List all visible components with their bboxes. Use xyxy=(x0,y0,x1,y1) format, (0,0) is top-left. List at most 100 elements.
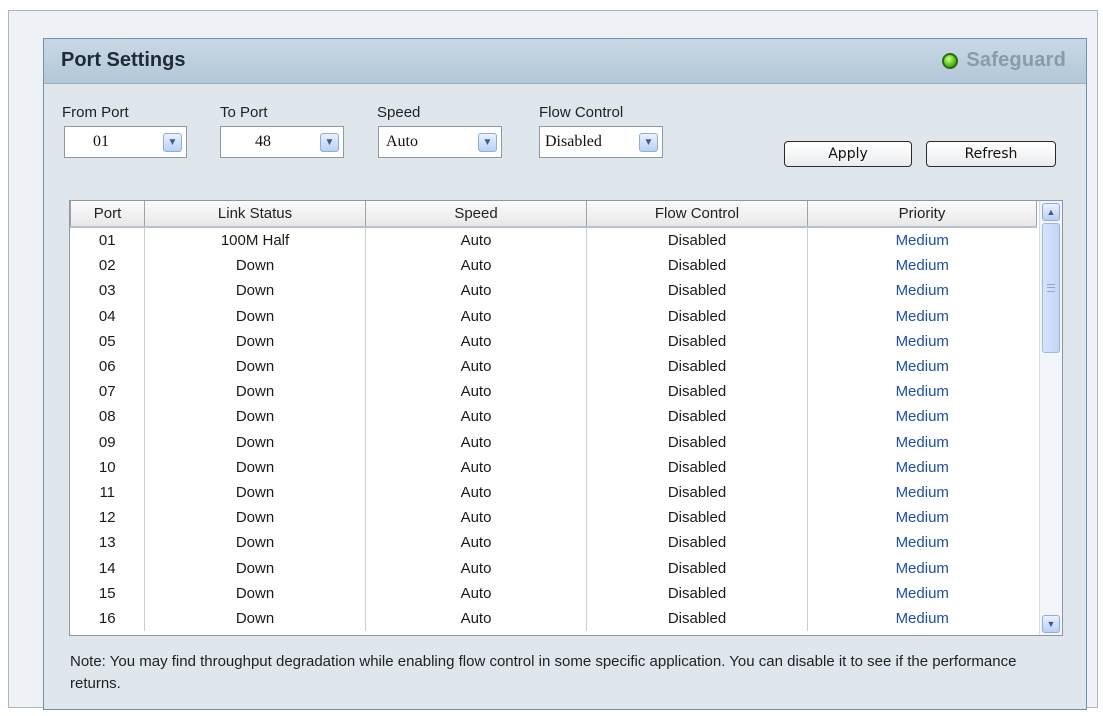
cell-priority[interactable]: Medium xyxy=(807,303,1037,329)
cell-port: 04 xyxy=(98,307,116,325)
cell-port: 09 xyxy=(98,433,116,451)
cell-speed: Auto xyxy=(365,328,587,354)
cell-flow-control: Disabled xyxy=(586,530,808,556)
cell-link-status: Down xyxy=(144,303,366,329)
cell-port: 07 xyxy=(98,383,116,401)
cell-priority[interactable]: Medium xyxy=(807,530,1037,556)
page-frame: Port Settings Safeguard From Port To Por… xyxy=(8,10,1098,710)
cell-port: 01 xyxy=(98,232,116,250)
cell-link-status: Down xyxy=(144,278,366,304)
cell-priority[interactable]: Medium xyxy=(807,253,1037,279)
refresh-button[interactable]: Refresh xyxy=(926,141,1056,167)
table-row: 01 100M Half Auto Disabled Medium xyxy=(71,227,1037,254)
table-row: 09 Down Auto Disabled Medium xyxy=(71,429,1037,455)
chevron-down-icon[interactable]: ▼ xyxy=(639,133,658,152)
cell-port: 14 xyxy=(98,559,116,577)
note-text: Note: You may find throughput degradatio… xyxy=(70,653,1017,692)
table-row: 11 Down Auto Disabled Medium xyxy=(71,479,1037,506)
cell-priority[interactable]: Medium xyxy=(807,580,1037,606)
to-port-select[interactable]: 48 ▼ xyxy=(220,126,344,158)
cell-flow-control: Disabled xyxy=(586,379,808,405)
chevron-down-icon[interactable]: ▼ xyxy=(163,133,182,152)
scroll-up-arrow-icon[interactable]: ▲ xyxy=(1042,203,1060,221)
scrollbar-thumb[interactable] xyxy=(1042,223,1060,353)
cell-flow-control: Disabled xyxy=(586,605,808,631)
table-row: 07 Down Auto Disabled Medium xyxy=(71,379,1037,405)
column-header-priority[interactable]: Priority xyxy=(807,201,1037,228)
cell-port: 15 xyxy=(98,584,116,602)
cell-speed: Auto xyxy=(365,454,587,480)
cell-priority[interactable]: Medium xyxy=(807,505,1037,531)
cell-speed: Auto xyxy=(365,555,587,581)
cell-flow-control: Disabled xyxy=(586,303,808,329)
cell-priority[interactable]: Medium xyxy=(807,404,1037,430)
cell-flow-control: Disabled xyxy=(586,353,808,380)
cell-priority[interactable]: Medium xyxy=(807,379,1037,405)
port-table-container: Port Link Status Speed Flow Control Prio… xyxy=(69,200,1063,636)
cell-link-status: Down xyxy=(144,328,366,354)
port-table: Port Link Status Speed Flow Control Prio… xyxy=(70,201,1037,631)
cell-speed: Auto xyxy=(365,379,587,405)
cell-link-status: Down xyxy=(144,429,366,455)
from-port-value: 01 xyxy=(93,133,109,150)
column-header-speed[interactable]: Speed xyxy=(365,201,587,228)
cell-link-status: Down xyxy=(144,555,366,581)
apply-button[interactable]: Apply xyxy=(784,141,912,167)
cell-speed: Auto xyxy=(365,429,587,455)
cell-speed: Auto xyxy=(365,530,587,556)
table-body: 01 100M Half Auto Disabled Medium 02 Down Auto D… xyxy=(71,227,1037,631)
cell-speed: Auto xyxy=(365,227,587,254)
safeguard-label: Safeguard xyxy=(966,49,1066,71)
from-port-select[interactable]: 01 ▼ xyxy=(64,126,187,158)
safeguard-indicator: Safeguard xyxy=(942,49,1066,72)
cell-link-status: Down xyxy=(144,605,366,631)
table-scrollbar[interactable]: ▲ ▼ xyxy=(1039,201,1062,635)
cell-speed: Auto xyxy=(365,505,587,531)
column-header-port[interactable]: Port xyxy=(70,201,145,228)
from-port-label: From Port xyxy=(62,104,129,121)
table-header-row: Port Link Status Speed Flow Control Prio… xyxy=(70,201,1037,228)
speed-select[interactable]: Auto ▼ xyxy=(378,126,502,158)
cell-priority[interactable]: Medium xyxy=(807,605,1037,631)
cell-port: 05 xyxy=(98,332,116,350)
page-title: Port Settings xyxy=(61,49,186,71)
cell-priority[interactable]: Medium xyxy=(807,479,1037,506)
cell-link-status: Down xyxy=(144,479,366,506)
cell-priority[interactable]: Medium xyxy=(807,328,1037,354)
cell-priority[interactable]: Medium xyxy=(807,454,1037,480)
title-bar: Port Settings Safeguard xyxy=(44,39,1086,84)
cell-flow-control: Disabled xyxy=(586,479,808,506)
cell-speed: Auto xyxy=(365,580,587,606)
cell-link-status: Down xyxy=(144,379,366,405)
cell-priority[interactable]: Medium xyxy=(807,429,1037,455)
flow-control-value: Disabled xyxy=(545,133,602,150)
table-row: 03 Down Auto Disabled Medium xyxy=(71,278,1037,304)
cell-link-status: Down xyxy=(144,404,366,430)
column-header-flow-control[interactable]: Flow Control xyxy=(586,201,808,228)
cell-flow-control: Disabled xyxy=(586,580,808,606)
cell-priority[interactable]: Medium xyxy=(807,353,1037,380)
cell-link-status: Down xyxy=(144,253,366,279)
cell-priority[interactable]: Medium xyxy=(807,555,1037,581)
cell-speed: Auto xyxy=(365,253,587,279)
cell-port: 13 xyxy=(98,534,116,552)
cell-port: 06 xyxy=(98,358,116,376)
chevron-down-icon[interactable]: ▼ xyxy=(478,133,497,152)
scroll-down-arrow-icon[interactable]: ▼ xyxy=(1042,615,1060,633)
cell-priority[interactable]: Medium xyxy=(807,227,1037,254)
column-header-link-status[interactable]: Link Status xyxy=(144,201,366,228)
table-row: 14 Down Auto Disabled Medium xyxy=(71,555,1037,581)
grip-icon xyxy=(1047,284,1055,292)
cell-speed: Auto xyxy=(365,353,587,380)
cell-port: 02 xyxy=(98,257,116,275)
port-settings-panel: Port Settings Safeguard From Port To Por… xyxy=(43,38,1087,710)
cell-link-status: 100M Half xyxy=(144,227,366,254)
cell-speed: Auto xyxy=(365,278,587,304)
speed-label: Speed xyxy=(377,104,421,121)
flow-control-select[interactable]: Disabled ▼ xyxy=(539,126,663,158)
table-row: 08 Down Auto Disabled Medium xyxy=(71,404,1037,430)
cell-priority[interactable]: Medium xyxy=(807,278,1037,304)
cell-port: 11 xyxy=(99,483,116,501)
table-row: 15 Down Auto Disabled Medium xyxy=(71,580,1037,606)
chevron-down-icon[interactable]: ▼ xyxy=(320,133,339,152)
